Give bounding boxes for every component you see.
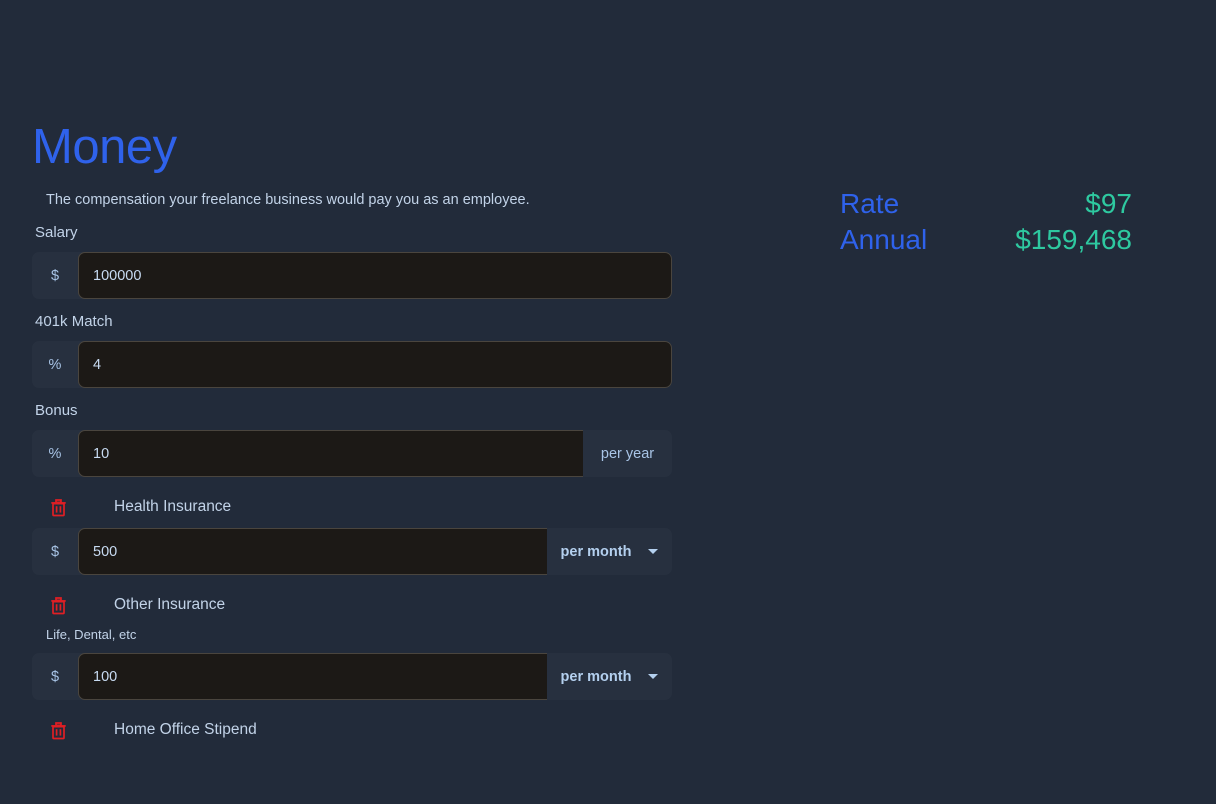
summary-value: $159,468 bbox=[1015, 222, 1132, 258]
summary-label: Rate bbox=[840, 186, 899, 222]
401k-match-input-group: % bbox=[32, 341, 672, 388]
item-name: Home Office Stipend bbox=[114, 721, 257, 739]
percent-sign-icon: % bbox=[32, 430, 78, 477]
item-header-health-insurance: Health Insurance bbox=[32, 495, 672, 519]
bonus-input-group: % per year bbox=[32, 430, 672, 477]
summary-panel: Rate $97 Annual $159,468 bbox=[840, 186, 1132, 258]
health-insurance-amount-input[interactable] bbox=[78, 528, 547, 575]
401k-match-label: 401k Match bbox=[35, 312, 672, 332]
page-title: Money bbox=[32, 116, 672, 178]
item-header-home-office-stipend: Home Office Stipend bbox=[32, 718, 672, 742]
bonus-period-label: per year bbox=[583, 430, 672, 477]
item-sublabel: Life, Dental, etc bbox=[46, 626, 672, 644]
chevron-down-icon bbox=[648, 549, 658, 554]
trash-icon[interactable] bbox=[50, 718, 76, 742]
other-insurance-input-group: $ per month bbox=[32, 653, 672, 700]
other-insurance-period-select[interactable]: per month bbox=[547, 653, 672, 700]
trash-icon[interactable] bbox=[50, 495, 76, 519]
page-subtitle: The compensation your freelance business… bbox=[46, 190, 672, 210]
percent-sign-icon: % bbox=[32, 341, 78, 388]
compensation-form: Money The compensation your freelance bu… bbox=[32, 116, 672, 742]
summary-row-annual: Annual $159,468 bbox=[840, 222, 1132, 258]
item-name: Health Insurance bbox=[114, 498, 231, 516]
health-insurance-period-select[interactable]: per month bbox=[547, 528, 672, 575]
bonus-input[interactable] bbox=[78, 430, 583, 477]
401k-match-input[interactable] bbox=[78, 341, 672, 388]
item-header-other-insurance: Other Insurance bbox=[32, 593, 672, 617]
trash-icon[interactable] bbox=[50, 593, 76, 617]
chevron-down-icon bbox=[648, 674, 658, 679]
salary-input-group: $ bbox=[32, 252, 672, 299]
money-calculator-page: Money The compensation your freelance bu… bbox=[0, 0, 1216, 804]
dollar-sign-icon: $ bbox=[32, 528, 78, 575]
other-insurance-amount-input[interactable] bbox=[78, 653, 547, 700]
period-select-value: per month bbox=[561, 544, 632, 560]
summary-row-rate: Rate $97 bbox=[840, 186, 1132, 222]
summary-label: Annual bbox=[840, 222, 927, 258]
period-select-value: per month bbox=[561, 669, 632, 685]
health-insurance-input-group: $ per month bbox=[32, 528, 672, 575]
salary-label: Salary bbox=[35, 223, 672, 243]
summary-value: $97 bbox=[1085, 186, 1132, 222]
dollar-sign-icon: $ bbox=[32, 653, 78, 700]
salary-input[interactable] bbox=[78, 252, 672, 299]
item-name: Other Insurance bbox=[114, 596, 225, 614]
bonus-label: Bonus bbox=[35, 401, 672, 421]
dollar-sign-icon: $ bbox=[32, 252, 78, 299]
